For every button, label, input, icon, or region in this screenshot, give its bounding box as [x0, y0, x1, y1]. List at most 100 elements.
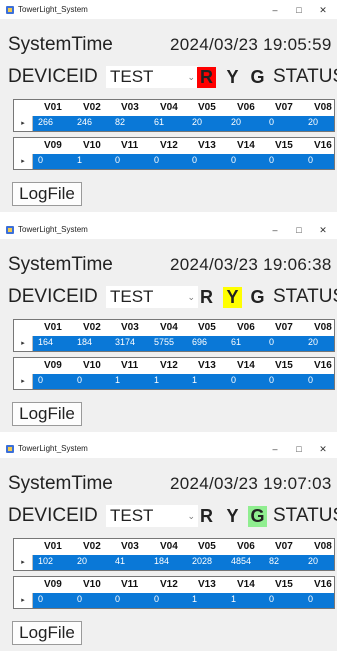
- column-header[interactable]: V05: [198, 102, 216, 113]
- title-bar[interactable]: TowerLight_System – □ ✕: [0, 2, 337, 19]
- table-row[interactable]: [14, 116, 334, 131]
- column-header[interactable]: V13: [198, 579, 216, 590]
- column-header[interactable]: V02: [83, 322, 101, 333]
- table-cell[interactable]: 0: [269, 337, 274, 347]
- row-selector-icon[interactable]: ▸: [14, 555, 33, 570]
- column-header[interactable]: V07: [275, 541, 293, 552]
- column-header[interactable]: V02: [83, 102, 101, 113]
- table-cell[interactable]: 0: [269, 375, 274, 385]
- table-cell[interactable]: 184: [77, 337, 92, 347]
- data-grid-v09-v16[interactable]: V09 V10 V11 V12 V13 V14 V15 V16 ▸ 0 0 1 …: [13, 357, 335, 390]
- column-header[interactable]: V04: [160, 541, 178, 552]
- table-cell[interactable]: 1: [192, 375, 197, 385]
- table-cell[interactable]: 1: [231, 594, 236, 604]
- column-header[interactable]: V11: [121, 140, 138, 151]
- table-cell[interactable]: 20: [308, 556, 318, 566]
- table-cell[interactable]: 266: [38, 117, 53, 127]
- column-header[interactable]: V14: [237, 579, 255, 590]
- table-cell[interactable]: 0: [115, 155, 120, 165]
- column-header[interactable]: V03: [121, 102, 139, 113]
- column-header[interactable]: V08: [314, 541, 332, 552]
- chevron-down-icon[interactable]: ⌄: [187, 292, 195, 303]
- table-cell[interactable]: 0: [308, 375, 313, 385]
- table-cell[interactable]: 61: [154, 117, 164, 127]
- column-header[interactable]: V07: [275, 322, 293, 333]
- table-cell[interactable]: 0: [192, 155, 197, 165]
- title-bar[interactable]: TowerLight_System – □ ✕: [0, 222, 337, 239]
- table-cell[interactable]: 0: [77, 594, 82, 604]
- data-grid-v01-v08[interactable]: V01 V02 V03 V04 V05 V06 V07 V08 ▸ 266 24…: [13, 99, 335, 132]
- table-cell[interactable]: 82: [269, 556, 279, 566]
- title-bar[interactable]: TowerLight_System – □ ✕: [0, 441, 337, 458]
- table-cell[interactable]: 0: [269, 117, 274, 127]
- column-header[interactable]: V13: [198, 360, 216, 371]
- column-header[interactable]: V09: [44, 360, 62, 371]
- table-cell[interactable]: 0: [269, 594, 274, 604]
- column-header[interactable]: V11: [121, 360, 138, 371]
- table-cell[interactable]: 0: [38, 375, 43, 385]
- column-header[interactable]: V13: [198, 140, 216, 151]
- table-cell[interactable]: 20: [77, 556, 87, 566]
- data-grid-v01-v08[interactable]: V01 V02 V03 V04 V05 V06 V07 V08 ▸ 102 20…: [13, 538, 335, 571]
- column-header[interactable]: V16: [314, 579, 332, 590]
- column-header[interactable]: V01: [44, 102, 62, 113]
- column-header[interactable]: V01: [44, 322, 62, 333]
- logfile-button[interactable]: LogFile: [12, 402, 82, 426]
- column-header[interactable]: V02: [83, 541, 101, 552]
- table-cell[interactable]: 1: [154, 375, 159, 385]
- table-cell[interactable]: 0: [308, 594, 313, 604]
- maximize-button[interactable]: □: [287, 223, 311, 237]
- logfile-button[interactable]: LogFile: [12, 182, 82, 206]
- chevron-down-icon[interactable]: ⌄: [187, 72, 195, 83]
- table-cell[interactable]: 0: [38, 594, 43, 604]
- data-grid-v09-v16[interactable]: V09 V10 V11 V12 V13 V14 V15 V16 ▸ 0 1 0 …: [13, 137, 335, 170]
- column-header[interactable]: V06: [237, 102, 255, 113]
- column-header[interactable]: V10: [83, 140, 101, 151]
- column-header[interactable]: V03: [121, 541, 139, 552]
- column-header[interactable]: V16: [314, 140, 332, 151]
- row-selector-icon[interactable]: ▸: [14, 154, 33, 169]
- column-header[interactable]: V15: [275, 579, 293, 590]
- column-header[interactable]: V14: [237, 360, 255, 371]
- table-cell[interactable]: 0: [38, 155, 43, 165]
- close-button[interactable]: ✕: [311, 442, 335, 456]
- column-header[interactable]: V12: [160, 140, 178, 151]
- device-id-combobox[interactable]: TEST ⌄: [106, 66, 198, 88]
- column-header[interactable]: V10: [83, 360, 101, 371]
- chevron-down-icon[interactable]: ⌄: [187, 511, 195, 522]
- column-header[interactable]: V09: [44, 579, 62, 590]
- table-cell[interactable]: 246: [77, 117, 92, 127]
- table-cell[interactable]: 2028: [192, 556, 212, 566]
- table-cell[interactable]: 0: [154, 594, 159, 604]
- row-selector-icon[interactable]: ▸: [14, 336, 33, 351]
- column-header[interactable]: V08: [314, 322, 332, 333]
- table-cell[interactable]: 82: [115, 117, 125, 127]
- table-cell[interactable]: 0: [154, 155, 159, 165]
- row-selector-icon[interactable]: ▸: [14, 374, 33, 389]
- column-header[interactable]: V05: [198, 541, 216, 552]
- table-cell[interactable]: 164: [38, 337, 53, 347]
- table-cell[interactable]: 20: [231, 117, 241, 127]
- table-cell[interactable]: 1: [77, 155, 82, 165]
- column-header[interactable]: V03: [121, 322, 139, 333]
- table-cell[interactable]: 0: [115, 594, 120, 604]
- table-row[interactable]: [14, 555, 334, 570]
- column-header[interactable]: V12: [160, 360, 178, 371]
- table-cell[interactable]: 0: [269, 155, 274, 165]
- table-row[interactable]: [14, 593, 334, 608]
- column-header[interactable]: V15: [275, 360, 293, 371]
- column-header[interactable]: V16: [314, 360, 332, 371]
- table-cell[interactable]: 20: [308, 337, 318, 347]
- column-header[interactable]: V07: [275, 102, 293, 113]
- close-button[interactable]: ✕: [311, 3, 335, 17]
- data-grid-v09-v16[interactable]: V09 V10 V11 V12 V13 V14 V15 V16 ▸ 0 0 0 …: [13, 576, 335, 609]
- table-cell[interactable]: 20: [308, 117, 318, 127]
- column-header[interactable]: V14: [237, 140, 255, 151]
- table-cell[interactable]: 1: [192, 594, 197, 604]
- table-cell[interactable]: 696: [192, 337, 207, 347]
- table-cell[interactable]: 0: [308, 155, 313, 165]
- column-header[interactable]: V12: [160, 579, 178, 590]
- column-header[interactable]: V05: [198, 322, 216, 333]
- column-header[interactable]: V04: [160, 102, 178, 113]
- row-selector-icon[interactable]: ▸: [14, 593, 33, 608]
